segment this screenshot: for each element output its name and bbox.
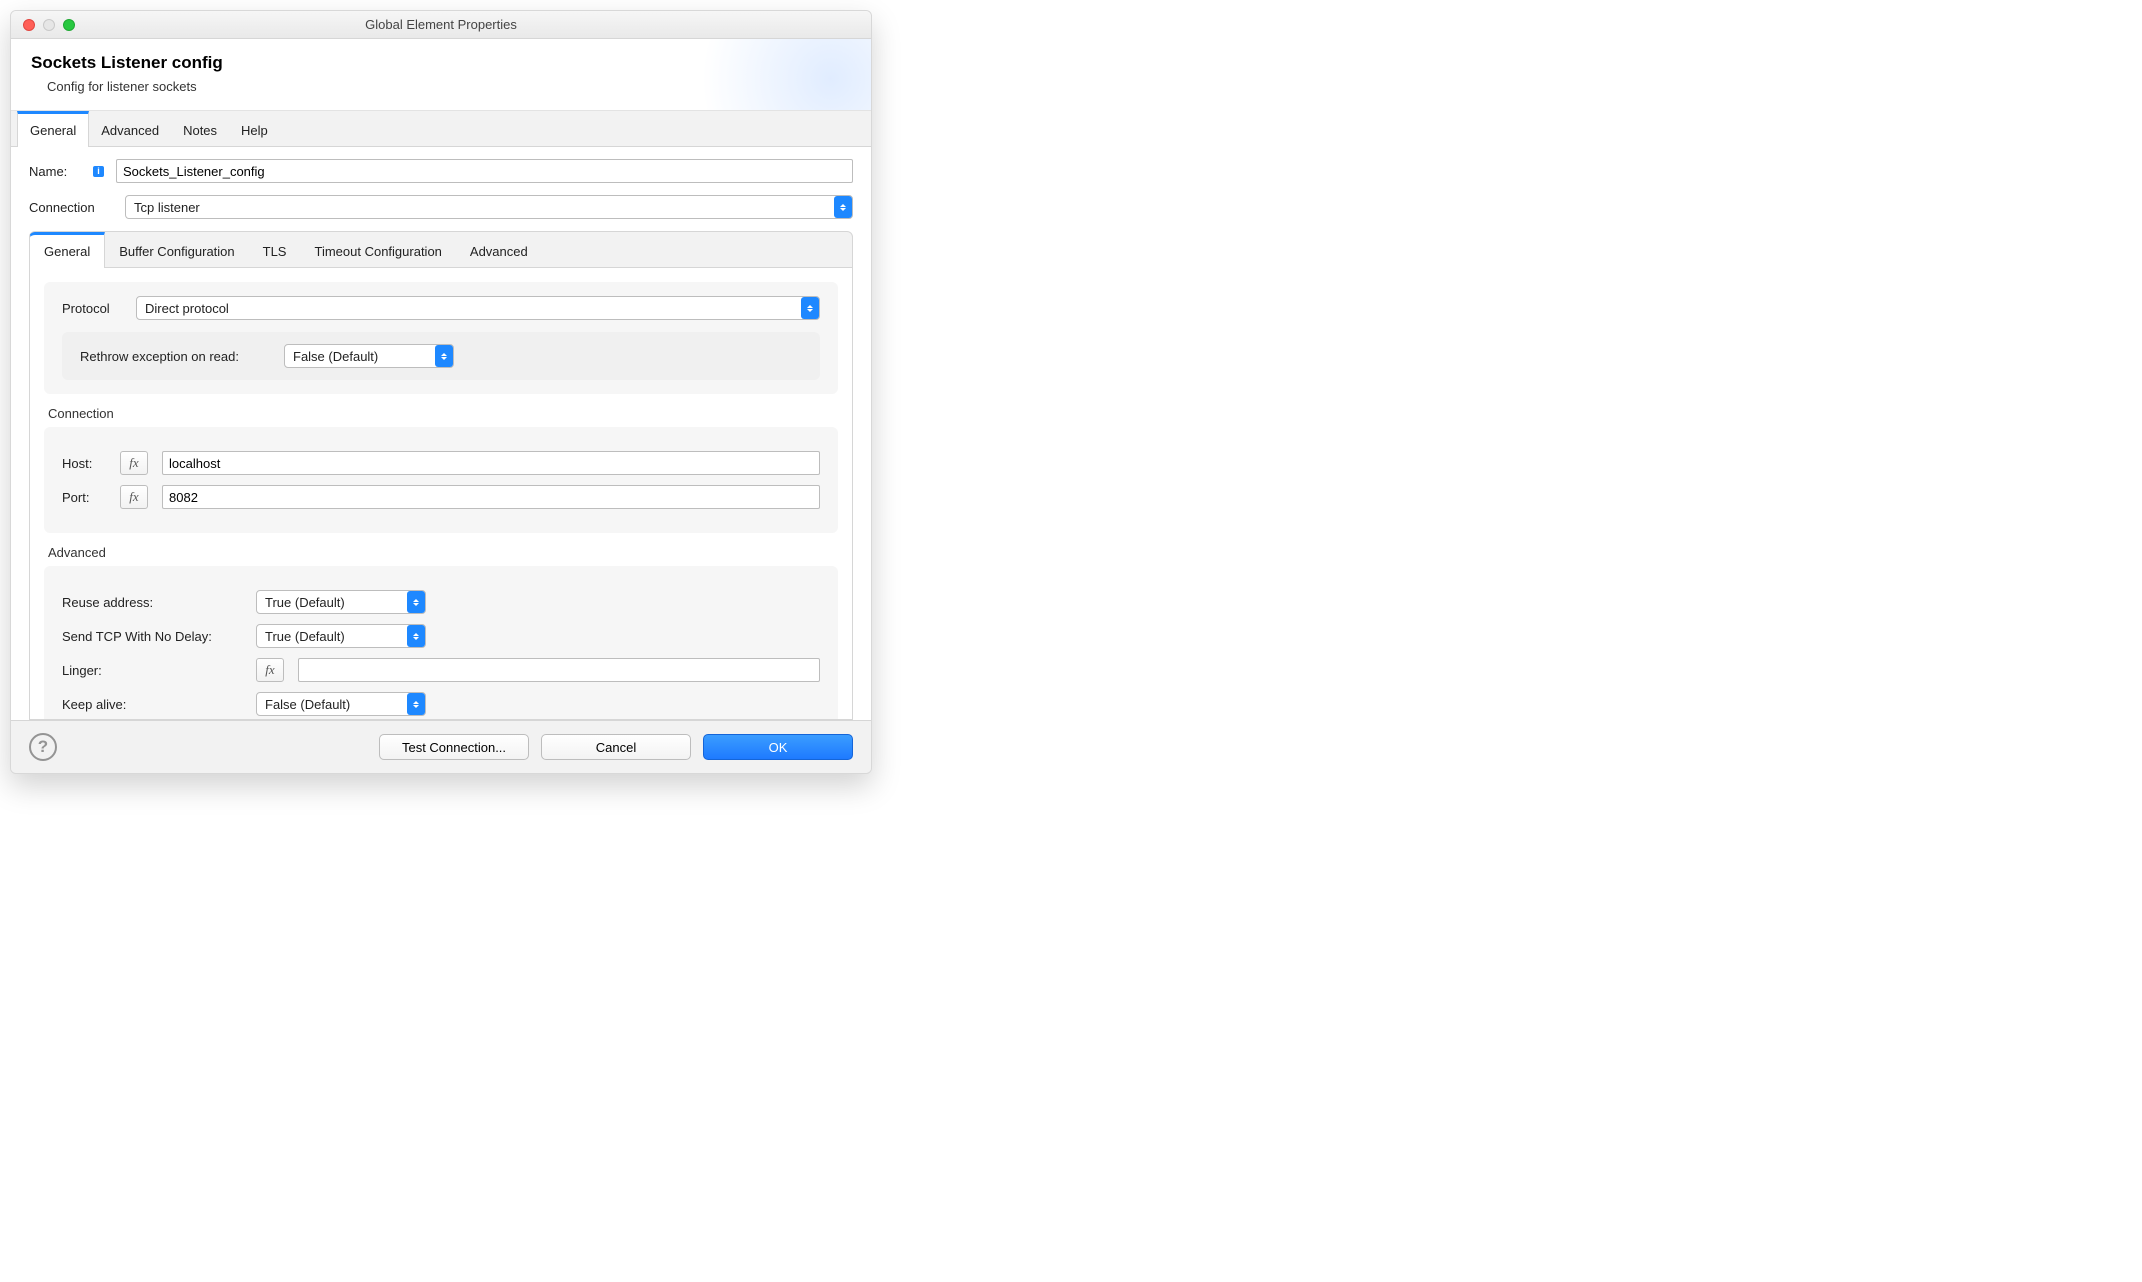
reuse-value: True (Default) bbox=[265, 595, 345, 610]
keepalive-label: Keep alive: bbox=[62, 697, 242, 712]
linger-input[interactable] bbox=[298, 658, 820, 682]
tcpnodelay-label: Send TCP With No Delay: bbox=[62, 629, 242, 644]
tcpnodelay-select[interactable]: True (Default) bbox=[256, 624, 426, 648]
rethrow-value: False (Default) bbox=[293, 349, 378, 364]
header: Sockets Listener config Config for liste… bbox=[11, 39, 871, 111]
inner-tab-advanced[interactable]: Advanced bbox=[456, 232, 542, 267]
connection-select[interactable]: Tcp listener bbox=[125, 195, 853, 219]
reuse-select[interactable]: True (Default) bbox=[256, 590, 426, 614]
ok-button[interactable]: OK bbox=[703, 734, 853, 760]
inner-tab-general[interactable]: General bbox=[29, 232, 105, 268]
protocol-label: Protocol bbox=[62, 301, 122, 316]
rethrow-label: Rethrow exception on read: bbox=[80, 349, 270, 364]
fx-button-host[interactable]: fx bbox=[120, 451, 148, 475]
reuse-label: Reuse address: bbox=[62, 595, 242, 610]
chevron-up-down-icon bbox=[407, 591, 425, 613]
main-tabs: General Advanced Notes Help bbox=[11, 111, 871, 147]
help-icon[interactable]: ? bbox=[29, 733, 57, 761]
connection-section-title: Connection bbox=[48, 406, 834, 421]
keepalive-value: False (Default) bbox=[265, 697, 350, 712]
tab-general[interactable]: General bbox=[17, 111, 89, 147]
inner-tabs: General Buffer Configuration TLS Timeout… bbox=[29, 231, 853, 268]
inner-body: Protocol Direct protocol Rethrow excepti… bbox=[29, 268, 853, 720]
window-title: Global Element Properties bbox=[11, 17, 871, 32]
host-input[interactable] bbox=[162, 451, 820, 475]
info-icon: i bbox=[93, 166, 104, 177]
connection-row: Connection Tcp listener bbox=[29, 195, 853, 219]
name-label: Name: bbox=[29, 164, 83, 179]
tab-advanced[interactable]: Advanced bbox=[89, 111, 171, 146]
tab-notes[interactable]: Notes bbox=[171, 111, 229, 146]
name-input[interactable] bbox=[116, 159, 853, 183]
linger-label: Linger: bbox=[62, 663, 242, 678]
protocol-subgroup: Rethrow exception on read: False (Defaul… bbox=[62, 332, 820, 380]
cancel-button[interactable]: Cancel bbox=[541, 734, 691, 760]
chevron-up-down-icon bbox=[407, 693, 425, 715]
fx-button-port[interactable]: fx bbox=[120, 485, 148, 509]
test-connection-button[interactable]: Test Connection... bbox=[379, 734, 529, 760]
advanced-group: Reuse address: True (Default) Send TCP W… bbox=[44, 566, 838, 720]
protocol-value: Direct protocol bbox=[145, 301, 229, 316]
name-row: Name: i bbox=[29, 159, 853, 183]
rethrow-select[interactable]: False (Default) bbox=[284, 344, 454, 368]
inner-tab-timeout[interactable]: Timeout Configuration bbox=[300, 232, 455, 267]
dialog-window: Global Element Properties Sockets Listen… bbox=[10, 10, 872, 774]
host-label: Host: bbox=[62, 456, 106, 471]
connection-label: Connection bbox=[29, 200, 115, 215]
chevron-up-down-icon bbox=[801, 297, 819, 319]
chevron-up-down-icon bbox=[435, 345, 453, 367]
inner-tab-buffer[interactable]: Buffer Configuration bbox=[105, 232, 248, 267]
advanced-section-title: Advanced bbox=[48, 545, 834, 560]
tab-body: Name: i Connection Tcp listener General … bbox=[11, 147, 871, 720]
connection-group: Host: fx Port: fx bbox=[44, 427, 838, 533]
titlebar: Global Element Properties bbox=[11, 11, 871, 39]
protocol-select[interactable]: Direct protocol bbox=[136, 296, 820, 320]
inner-tab-tls[interactable]: TLS bbox=[249, 232, 301, 267]
page-title: Sockets Listener config bbox=[31, 53, 851, 73]
tab-help[interactable]: Help bbox=[229, 111, 280, 146]
tcpnodelay-value: True (Default) bbox=[265, 629, 345, 644]
footer: ? Test Connection... Cancel OK bbox=[11, 720, 871, 773]
keepalive-select[interactable]: False (Default) bbox=[256, 692, 426, 716]
page-subtitle: Config for listener sockets bbox=[47, 79, 851, 94]
port-input[interactable] bbox=[162, 485, 820, 509]
chevron-up-down-icon bbox=[407, 625, 425, 647]
chevron-up-down-icon bbox=[834, 196, 852, 218]
protocol-group: Protocol Direct protocol Rethrow excepti… bbox=[44, 282, 838, 394]
connection-value: Tcp listener bbox=[134, 200, 200, 215]
port-label: Port: bbox=[62, 490, 106, 505]
fx-button-linger[interactable]: fx bbox=[256, 658, 284, 682]
